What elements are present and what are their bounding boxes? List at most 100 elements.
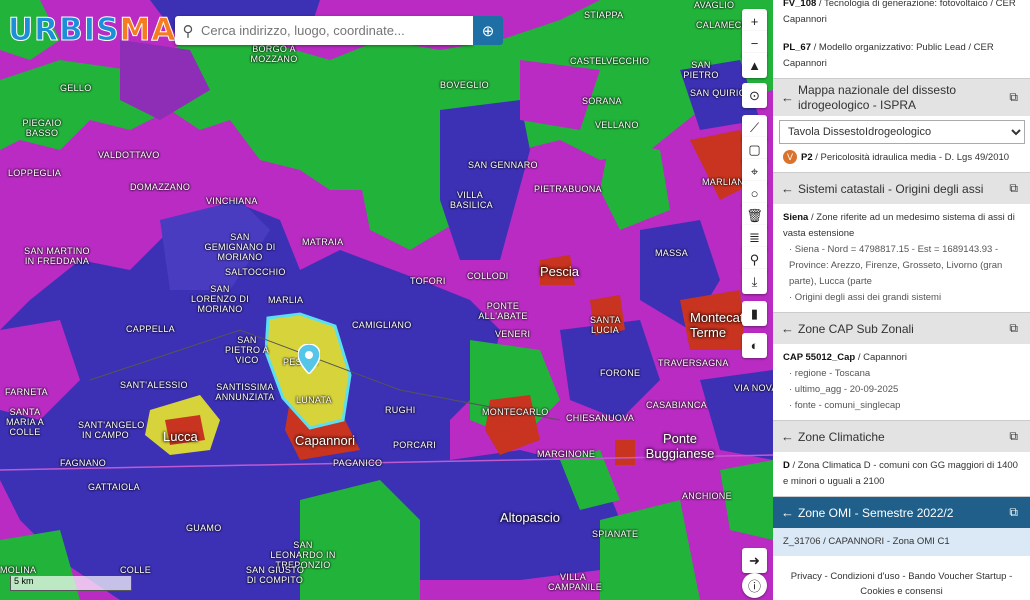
minus-icon: − (750, 36, 759, 51)
crosshair-icon: ⊙ (749, 87, 760, 103)
place-label: PIEGAIO BASSO (22, 118, 62, 138)
footer-links[interactable]: Privacy - Condizioni d'uso - Bando Vouch… (773, 569, 1030, 584)
place-label: SAN PIETRO A VICO (225, 335, 269, 365)
place-label: SORANA (582, 96, 622, 106)
contrast-icon: ◐ (750, 338, 759, 353)
category-badge: V (783, 150, 797, 164)
external-link-icon[interactable]: ⧉ (1009, 90, 1018, 105)
place-label: MONTECARLO (482, 407, 549, 417)
download-icon: ⤓ (751, 273, 758, 289)
town-label: Lucca (163, 429, 198, 444)
place-label: COLLE (120, 565, 152, 575)
place-label: MATRAIA (302, 237, 344, 247)
pin-icon: ⚲ (749, 251, 760, 267)
arrow-left-icon[interactable]: ← (781, 505, 794, 520)
globe-button[interactable]: ⊕ (473, 16, 503, 45)
place-label: AVAGLIO (694, 0, 735, 10)
list-item: Z_31706 / CAPANNORI - Zona OMI C1 (773, 528, 1030, 556)
town-label: Altopascio (500, 510, 560, 525)
place-label: GUAMO (186, 523, 222, 533)
locate-button[interactable]: ⊙ (742, 83, 767, 108)
place-label: PIETRABUONA (534, 184, 602, 194)
place-label: VALDOTTAVO (98, 150, 160, 160)
section-header-catasto[interactable]: ← Sistemi catastali - Origini degli assi… (773, 172, 1030, 204)
place-label: MARGINONE (537, 449, 596, 459)
place-label: VILLA CAMPANILE (548, 572, 603, 592)
place-label: PAGANICO (333, 458, 383, 468)
bookmark-button[interactable]: ▮ (742, 301, 767, 326)
arrow-left-icon[interactable]: ← (781, 429, 794, 444)
map-canvas[interactable]: BORGO A MOZZANO GELLO PIEGAIO BASSO VALD… (0, 0, 773, 600)
trash-icon: 🗑 (746, 207, 763, 223)
section-header-clima[interactable]: ← Zone Climatiche ⧉ (773, 420, 1030, 452)
polygon-icon: ▢ (748, 141, 761, 157)
circle-icon: ○ (750, 186, 759, 201)
place-label: RUGHI (385, 405, 416, 415)
place-label: MARLIA (268, 295, 304, 305)
external-link-icon[interactable]: ⧉ (1009, 429, 1018, 444)
footer: Privacy - Condizioni d'uso - Bando Vouch… (773, 565, 1030, 600)
location-pin-icon[interactable] (298, 344, 320, 374)
list-item: FV_108 / Tecnologia di generazione: foto… (783, 0, 1016, 25)
place-label: LUNATA (296, 395, 332, 405)
place-label: TRAVERSAGNA (658, 358, 729, 368)
place-label: SPIANATE (592, 529, 639, 539)
arrow-left-icon[interactable]: ← (781, 90, 794, 105)
reset-north-button[interactable]: ▲ (742, 53, 767, 78)
place-label: VELLANO (595, 120, 639, 130)
place-label: DOMAZZANO (130, 182, 191, 192)
scale-bar: 5 km (10, 576, 132, 591)
place-label: ANCHIONE (682, 491, 732, 501)
place-label: LOPPEGLIA (8, 168, 62, 178)
arrow-right-icon: ➜ (749, 552, 760, 568)
place-label: VINCHIANA (206, 196, 258, 206)
external-link-icon[interactable]: ⧉ (1009, 181, 1018, 196)
list-item: PL_67 / Modello organizzativo: Public Le… (783, 42, 994, 69)
place-label: SAN GIUSTO DI COMPITO (245, 565, 305, 585)
place-label: CASABIANCA (646, 400, 708, 410)
info-button[interactable]: ⓘ (742, 573, 767, 598)
external-link-icon[interactable]: ⧉ (1009, 505, 1018, 520)
place-label: SANTA LUCIA (590, 315, 621, 335)
town-label: Montecatini Terme (690, 310, 757, 340)
external-link-icon[interactable]: ⧉ (1009, 321, 1018, 336)
place-label: SAN GEMIGNANO DI MORIANO (204, 232, 276, 262)
place-label: FORONE (600, 368, 641, 378)
bookmark-icon: ▮ (750, 305, 759, 321)
place-label: CAMIGLIANO (352, 320, 412, 330)
arrow-left-icon[interactable]: ← (781, 181, 794, 196)
place-label: VILLA BASILICA (450, 190, 493, 210)
basemap-button[interactable]: ◐ (742, 333, 767, 358)
section-header-omi[interactable]: ← Zone OMI - Semestre 2022/2 ⧉ (773, 496, 1030, 528)
place-label: MASSA (655, 248, 689, 258)
place-label: PORCARI (393, 440, 437, 450)
place-label: CHIESANUOVA (566, 413, 635, 423)
town-label: Pescia (540, 264, 580, 279)
compass-icon: ▲ (748, 58, 761, 73)
cookies-link[interactable]: Cookies e consensi (773, 584, 1030, 599)
download-button[interactable]: ⤓ (742, 269, 767, 294)
info-panel[interactable]: FV_108 / Tecnologia di generazione: foto… (773, 0, 1030, 600)
list-item: D / Zona Climatica D - comuni con GG mag… (783, 460, 1018, 487)
place-label: SANT'ALESSIO (120, 380, 188, 390)
section-header-cap[interactable]: ← Zone CAP Sub Zonali ⧉ (773, 312, 1030, 344)
line-icon: ⟋ (749, 119, 760, 135)
section-header-ispra[interactable]: ← Mappa nazionale del dissesto idrogeolo… (773, 78, 1030, 116)
search-input[interactable] (201, 23, 461, 38)
map-layer (0, 0, 773, 600)
place-label: CASTELVECCHIO (570, 56, 650, 66)
town-label: Ponte Buggianese (645, 431, 715, 461)
place-label: FAGNANO (60, 458, 107, 468)
plus-icon: + (750, 14, 759, 29)
place-label: SANTA MARIA A COLLE (5, 407, 45, 437)
arrow-left-icon[interactable]: ← (781, 321, 794, 336)
town-label: Capannori (295, 433, 355, 448)
search-box[interactable]: ⚲ (175, 16, 473, 45)
list-item: CAP 55012_Cap / Capannori · regione - To… (783, 352, 907, 411)
place-label: TOFORI (410, 276, 446, 286)
collapse-panel-button[interactable]: ➜ (742, 548, 767, 573)
place-label: SALTOCCHIO (225, 267, 286, 277)
app-logo: URBISMAP (8, 12, 201, 49)
place-label: SAN MARTINO IN FREDDANA (24, 246, 90, 266)
layer-select[interactable]: Tavola DissestoIdrogeologico (779, 120, 1025, 144)
